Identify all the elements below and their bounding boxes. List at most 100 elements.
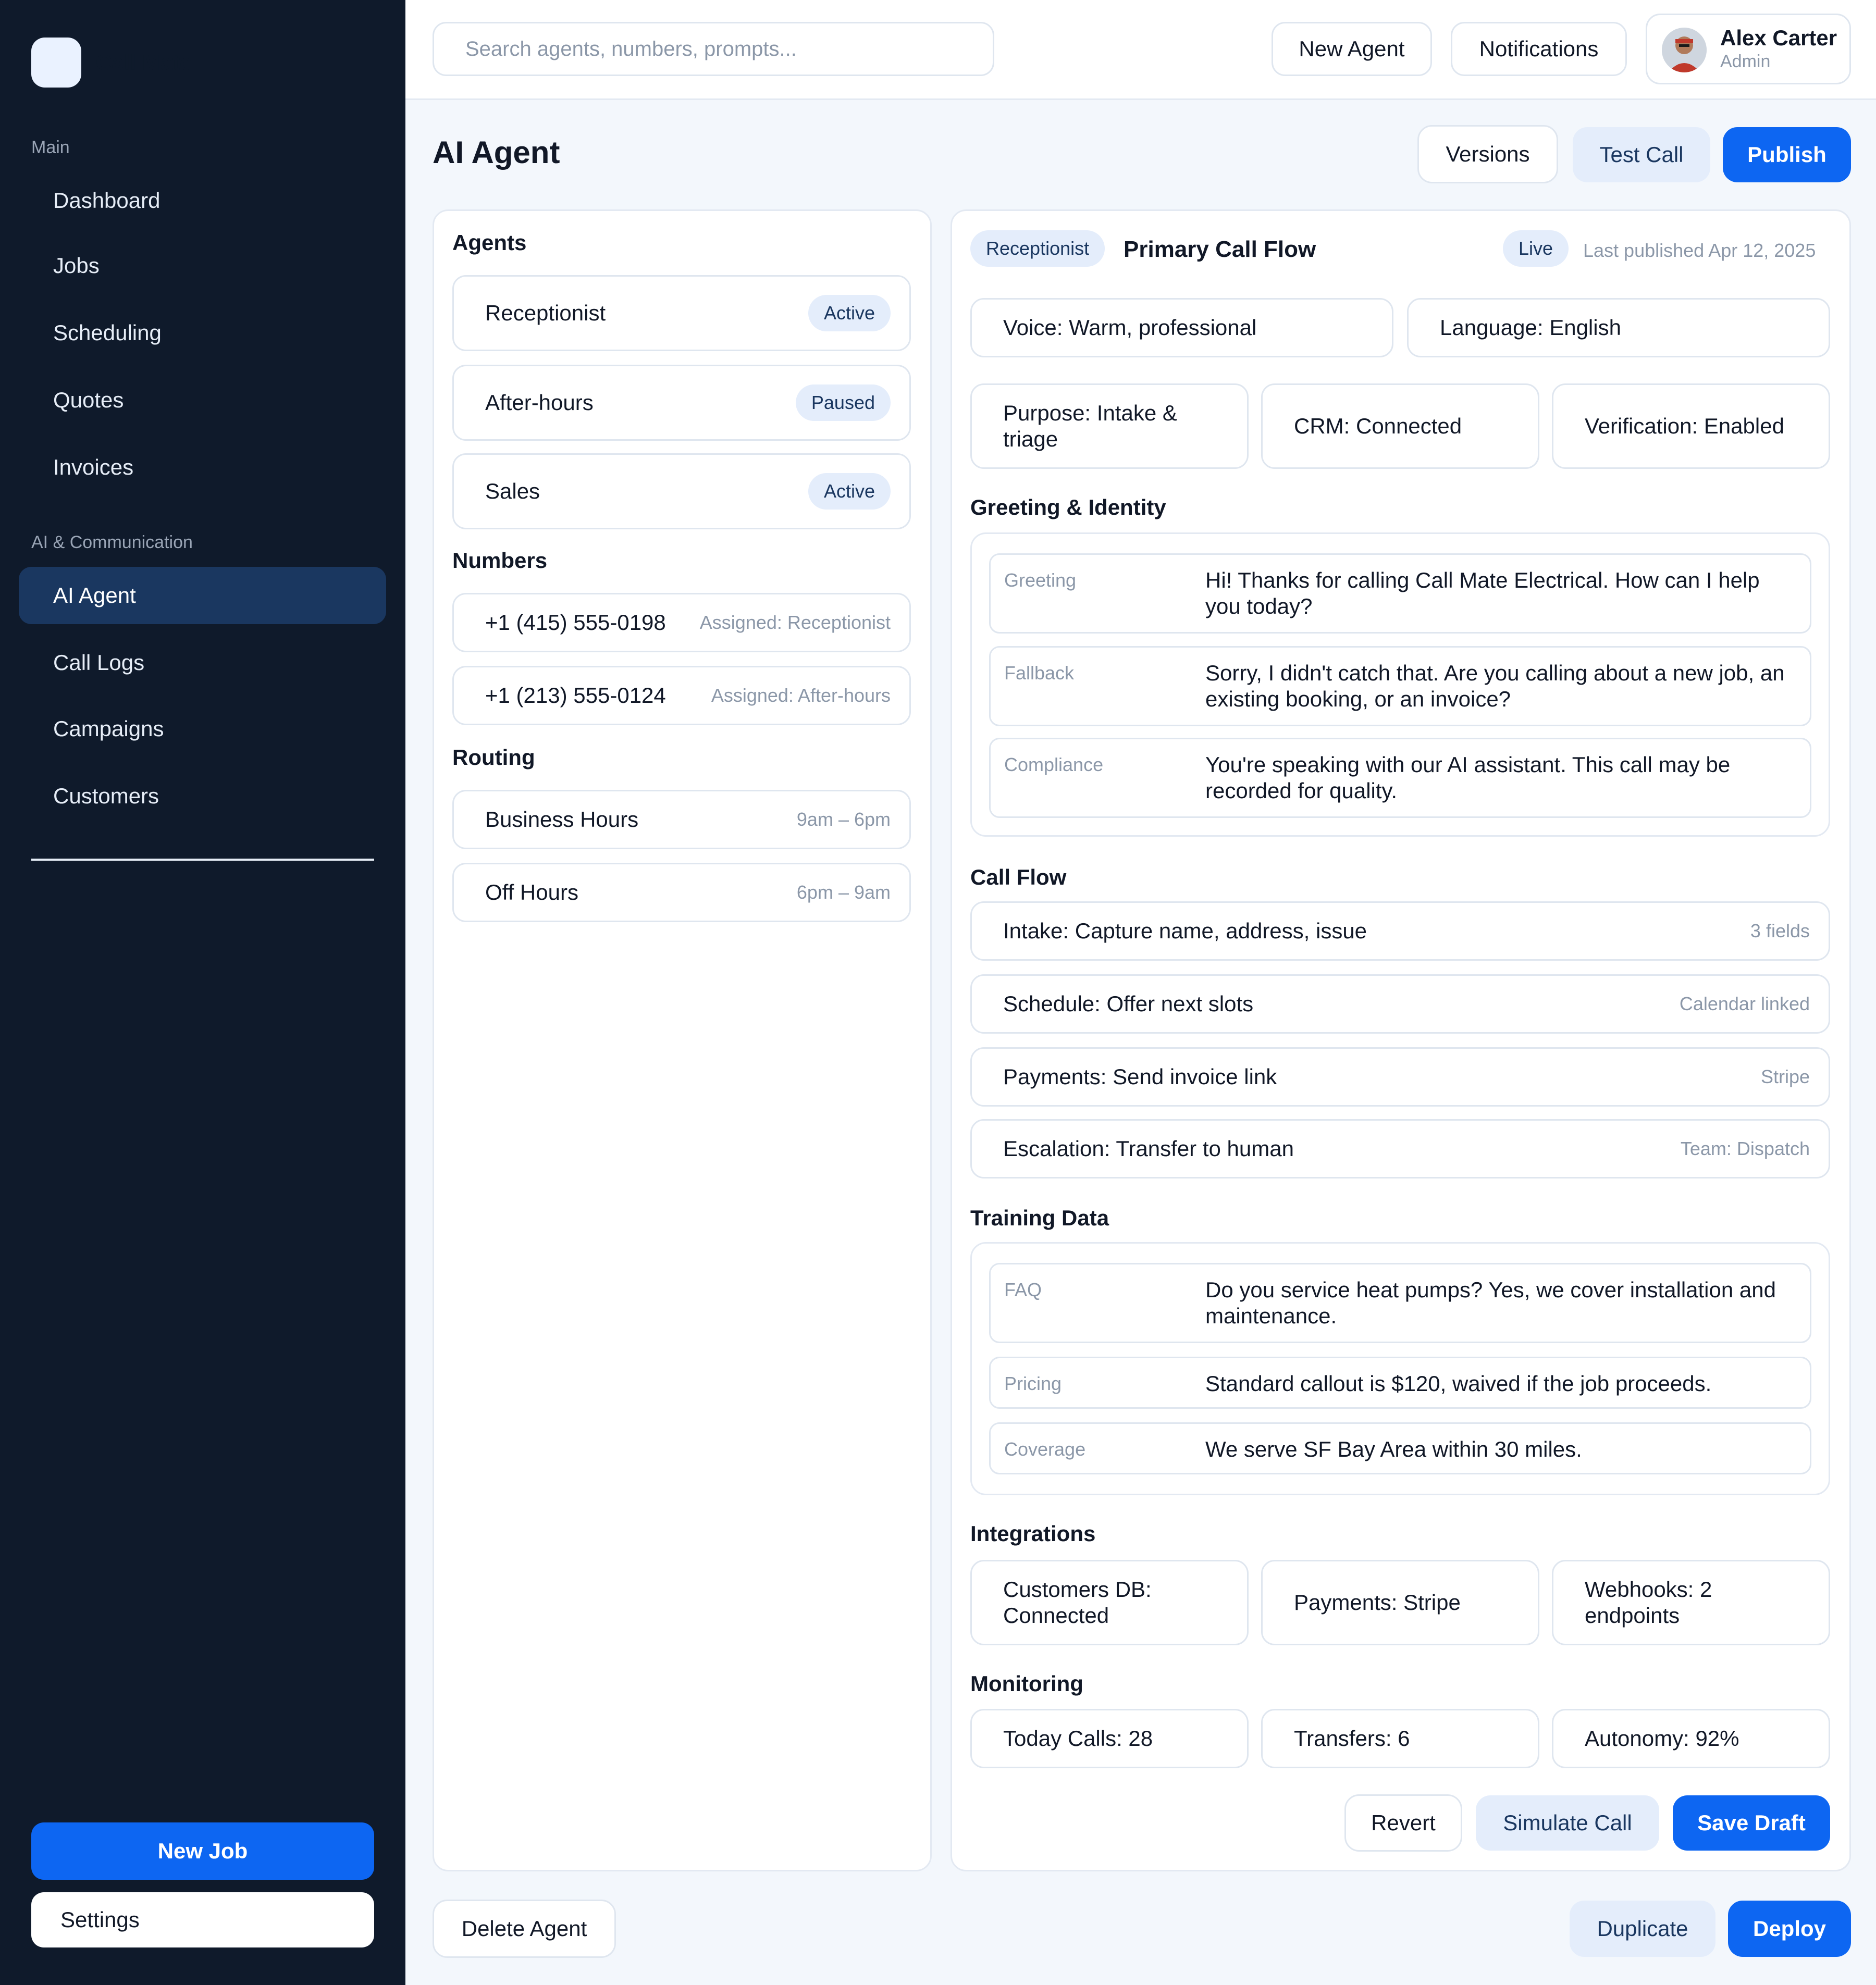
publish-button[interactable]: Publish xyxy=(1723,127,1851,182)
greeting-row[interactable]: Greeting Hi! Thanks for calling Call Mat… xyxy=(989,553,1811,634)
number-assignment: Assigned: Receptionist xyxy=(699,612,891,633)
integrations-heading: Integrations xyxy=(970,1521,1096,1546)
delete-agent-button[interactable]: Delete Agent xyxy=(433,1900,616,1958)
sidebar-item-customers[interactable]: Customers xyxy=(19,767,386,825)
nav-heading-main: Main xyxy=(31,138,70,157)
metric-transfers: Transfers: 6 xyxy=(1261,1709,1539,1768)
row-value: We serve SF Bay Area within 30 miles. xyxy=(1205,1437,1582,1461)
callflow-step[interactable]: Schedule: Offer next slots Calendar link… xyxy=(970,974,1830,1034)
sidebar-item-call-logs[interactable]: Call Logs xyxy=(19,634,386,691)
sidebar-item-scheduling[interactable]: Scheduling xyxy=(19,304,386,362)
integration-webhooks[interactable]: Webhooks: 2 endpoints xyxy=(1552,1560,1830,1645)
row-value: You're speaking with our AI assistant. T… xyxy=(1205,752,1731,803)
integration-customers-db[interactable]: Customers DB: Connected xyxy=(970,1560,1249,1645)
sidebar-item-dashboard[interactable]: Dashboard xyxy=(19,172,386,229)
brand[interactable]: Call Mate xyxy=(31,38,192,88)
sidebar-item-jobs[interactable]: Jobs xyxy=(19,237,386,294)
fallback-row[interactable]: Fallback Sorry, I didn't catch that. Are… xyxy=(989,646,1811,726)
voice-setting[interactable]: Voice: Warm, professional xyxy=(970,298,1393,357)
routing-hours: 9am – 6pm xyxy=(796,809,891,830)
verification-setting[interactable]: Verification: Enabled xyxy=(1552,383,1830,469)
user-menu[interactable]: Alex Carter Admin xyxy=(1646,14,1851,84)
sidebar: Call Mate Main Dashboard Jobs Scheduling… xyxy=(0,0,405,1985)
nav-heading-ai: AI & Communication xyxy=(31,532,193,552)
simulate-call-button[interactable]: Simulate Call xyxy=(1476,1795,1659,1851)
metric-autonomy: Autonomy: 92% xyxy=(1552,1709,1830,1768)
number-card[interactable]: +1 (213) 555-0124 Assigned: After-hours xyxy=(452,666,911,725)
agents-heading: Agents xyxy=(452,230,527,255)
number-card[interactable]: +1 (415) 555-0198 Assigned: Receptionist xyxy=(452,593,911,652)
row-key: Pricing xyxy=(1004,1373,1062,1394)
live-status-badge: Live xyxy=(1503,230,1569,267)
row-value: Hi! Thanks for calling Call Mate Electri… xyxy=(1205,568,1760,618)
purpose-setting[interactable]: Purpose: Intake & triage xyxy=(970,383,1249,469)
settings-button[interactable]: Settings xyxy=(31,1892,374,1947)
step-label: Payments: Send invoice link xyxy=(1003,1064,1277,1089)
flow-title: Primary Call Flow xyxy=(1124,237,1316,262)
agent-card-after-hours[interactable]: After-hours Paused xyxy=(452,365,911,441)
faq-row[interactable]: FAQ Do you service heat pumps? Yes, we c… xyxy=(989,1263,1811,1343)
step-label: Schedule: Offer next slots xyxy=(1003,991,1254,1016)
user-name: Alex Carter xyxy=(1720,26,1837,50)
row-key: Fallback xyxy=(1004,662,1075,684)
row-key: Compliance xyxy=(1004,754,1104,775)
new-agent-button[interactable]: New Agent xyxy=(1272,22,1432,76)
brand-name: Call Mate xyxy=(96,50,192,75)
step-label: Intake: Capture name, address, issue xyxy=(1003,919,1367,943)
step-meta: Stripe xyxy=(1760,1066,1810,1087)
monitoring-heading: Monitoring xyxy=(970,1671,1083,1696)
last-published-text: Last published Apr 12, 2025 xyxy=(1583,240,1816,261)
agent-name: After-hours xyxy=(485,390,594,415)
agent-card-receptionist[interactable]: Receptionist Active xyxy=(452,275,911,351)
page-title: AI Agent xyxy=(433,135,560,170)
app-logo-icon xyxy=(31,38,81,88)
greeting-heading: Greeting & Identity xyxy=(970,495,1166,519)
phone-number: +1 (213) 555-0124 xyxy=(485,683,666,708)
versions-button[interactable]: Versions xyxy=(1417,125,1558,183)
language-setting[interactable]: Language: English xyxy=(1407,298,1830,357)
training-heading: Training Data xyxy=(970,1206,1109,1230)
avatar xyxy=(1662,28,1707,72)
agent-tag: Receptionist xyxy=(970,230,1105,267)
step-meta: Team: Dispatch xyxy=(1680,1138,1810,1159)
row-value: Standard callout is $120, waived if the … xyxy=(1205,1371,1712,1396)
notifications-button[interactable]: Notifications xyxy=(1451,22,1627,76)
callflow-step[interactable]: Intake: Capture name, address, issue 3 f… xyxy=(970,901,1830,961)
deploy-button[interactable]: Deploy xyxy=(1728,1901,1851,1957)
integration-payments[interactable]: Payments: Stripe xyxy=(1261,1560,1539,1645)
save-draft-button[interactable]: Save Draft xyxy=(1673,1795,1830,1851)
phone-number: +1 (415) 555-0198 xyxy=(485,610,666,635)
search-input[interactable]: Search agents, numbers, prompts... xyxy=(433,22,994,76)
new-job-button[interactable]: New Job xyxy=(31,1822,374,1880)
step-meta: 3 fields xyxy=(1750,920,1810,941)
compliance-row[interactable]: Compliance You're speaking with our AI a… xyxy=(989,738,1811,818)
sidebar-item-ai-agent[interactable]: AI Agent xyxy=(19,567,386,624)
routing-card-business-hours[interactable]: Business Hours 9am – 6pm xyxy=(452,790,911,849)
test-call-button[interactable]: Test Call xyxy=(1573,127,1710,182)
status-badge: Active xyxy=(808,295,891,331)
crm-setting[interactable]: CRM: Connected xyxy=(1261,383,1539,469)
callflow-heading: Call Flow xyxy=(970,865,1067,889)
routing-heading: Routing xyxy=(452,745,535,770)
callflow-step[interactable]: Escalation: Transfer to human Team: Disp… xyxy=(970,1119,1830,1178)
sidebar-item-invoices[interactable]: Invoices xyxy=(19,439,386,496)
numbers-heading: Numbers xyxy=(452,548,548,573)
duplicate-button[interactable]: Duplicate xyxy=(1570,1901,1715,1957)
pricing-row[interactable]: Pricing Standard callout is $120, waived… xyxy=(989,1357,1811,1409)
metric-today-calls: Today Calls: 28 xyxy=(970,1709,1249,1768)
number-assignment: Assigned: After-hours xyxy=(711,685,891,706)
routing-hours: 6pm – 9am xyxy=(796,882,891,903)
agent-name: Receptionist xyxy=(485,301,606,325)
revert-button[interactable]: Revert xyxy=(1344,1794,1462,1852)
coverage-row[interactable]: Coverage We serve SF Bay Area within 30 … xyxy=(989,1422,1811,1474)
status-badge: Paused xyxy=(795,384,891,421)
sidebar-item-campaigns[interactable]: Campaigns xyxy=(19,700,386,758)
agent-card-sales[interactable]: Sales Active xyxy=(452,453,911,529)
row-key: FAQ xyxy=(1004,1279,1042,1300)
callflow-step[interactable]: Payments: Send invoice link Stripe xyxy=(970,1047,1830,1107)
sidebar-item-quotes[interactable]: Quotes xyxy=(19,371,386,429)
row-key: Greeting xyxy=(1004,569,1077,591)
routing-card-off-hours[interactable]: Off Hours 6pm – 9am xyxy=(452,863,911,922)
user-role: Admin xyxy=(1720,52,1771,71)
sidebar-divider xyxy=(31,859,374,861)
